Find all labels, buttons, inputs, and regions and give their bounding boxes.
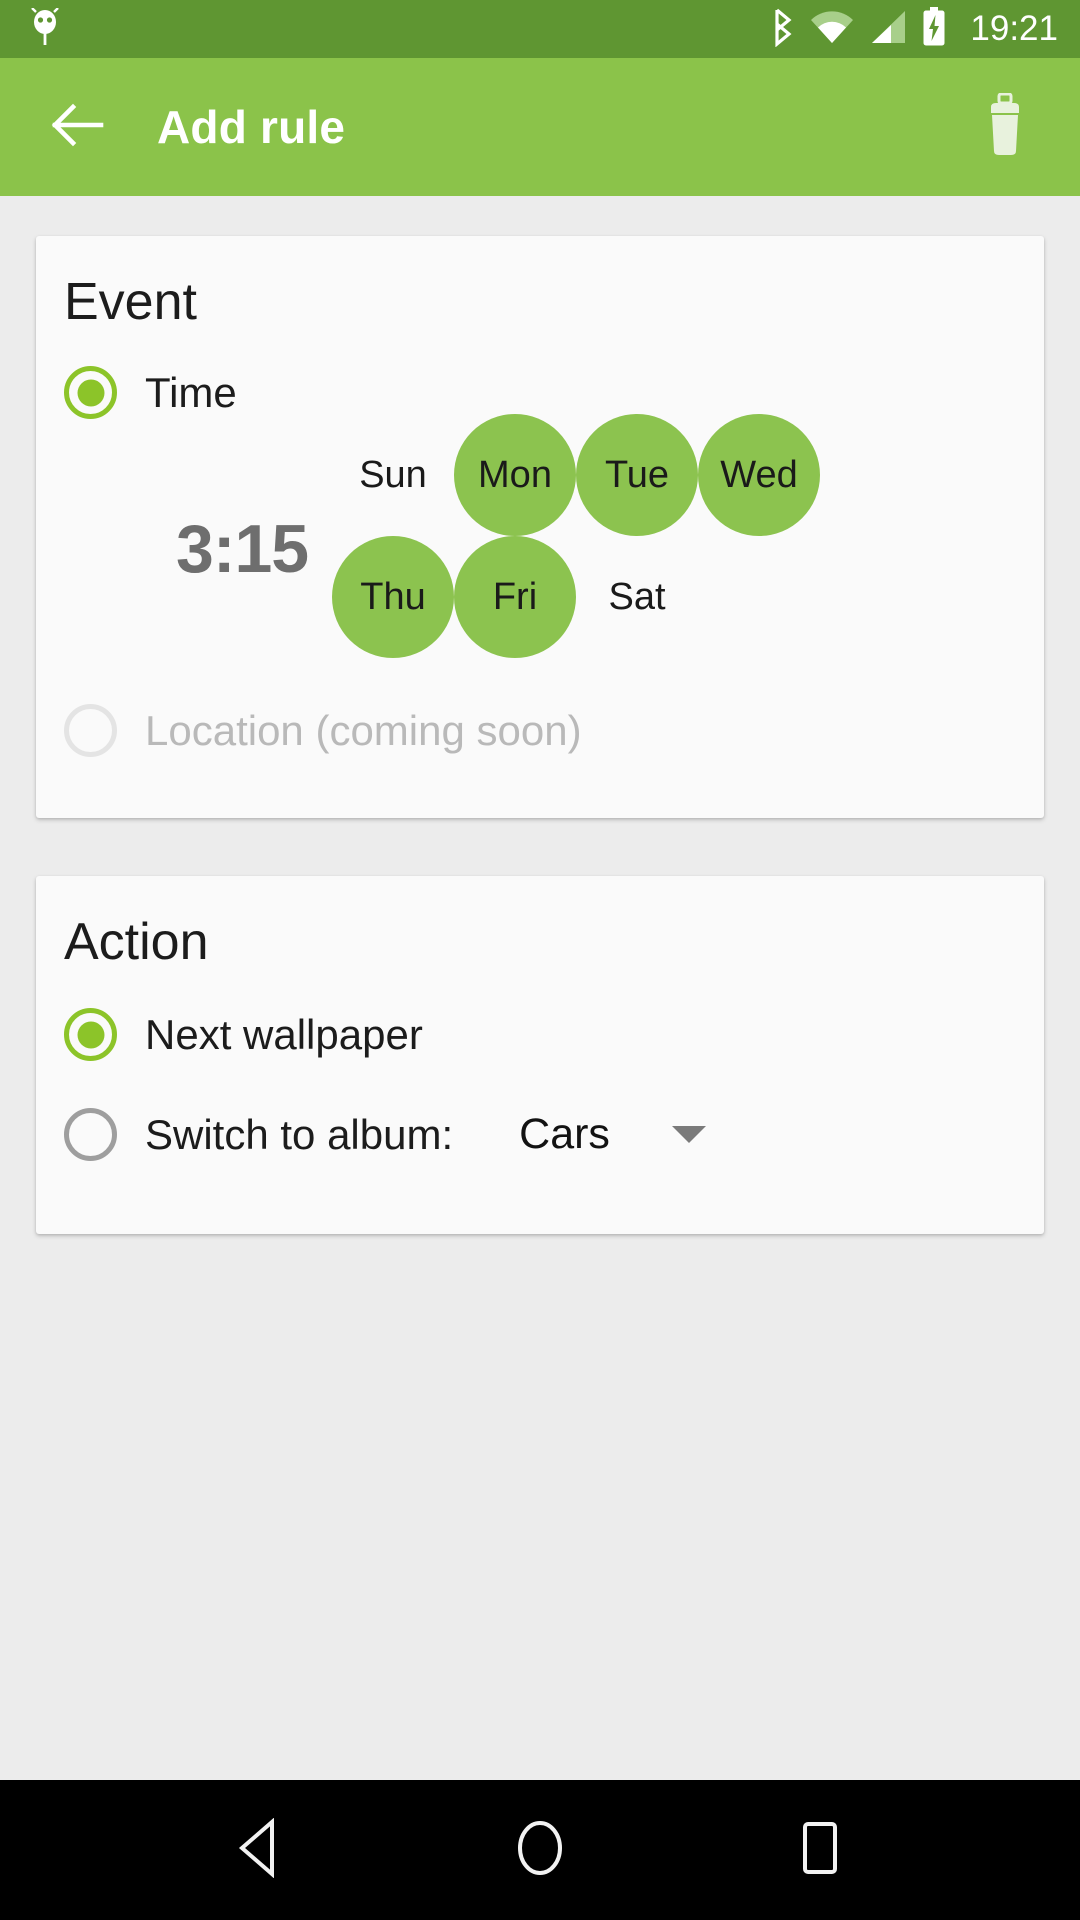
arrow-left-icon [49,103,105,152]
day-sun[interactable]: Sun [332,414,454,536]
day-fri[interactable]: Fri [454,536,576,658]
nav-home-circle-icon [510,1817,570,1884]
bluetooth-icon [770,7,796,52]
back-button[interactable] [45,95,109,159]
status-bar-right: 19:21 [770,6,1058,52]
day-thu[interactable]: Thu [332,536,454,658]
chevron-down-icon[interactable] [671,1126,706,1143]
phone-screen: 19:21 Add rule Event Time 3:15 Sun Mon T… [0,0,1080,1920]
action-option-next-wallpaper[interactable]: Next wallpaper [64,1008,423,1061]
event-option-time[interactable]: Time [64,366,237,419]
day-mon[interactable]: Mon [454,414,576,536]
nav-recents-button[interactable] [765,1795,875,1905]
cellular-signal-icon [868,9,908,50]
day-sat[interactable]: Sat [576,536,698,658]
days-row-spacer [698,536,820,658]
page-title: Add rule [157,101,346,153]
status-bar: 19:21 [0,0,1080,58]
radio-next-wallpaper[interactable] [64,1008,117,1061]
action-card-title: Action [64,913,209,971]
event-card-title: Event [64,273,197,331]
radio-time[interactable] [64,366,117,419]
delete-rule-button[interactable] [970,92,1040,162]
radio-switch-album[interactable] [64,1108,117,1161]
album-dropdown-value[interactable]: Cars [519,1110,610,1159]
nav-home-button[interactable] [485,1795,595,1905]
trash-icon [978,92,1032,162]
action-option-switch-album-label: Switch to album: [145,1110,454,1158]
radio-location [64,704,117,757]
day-wed[interactable]: Wed [698,414,820,536]
days-row-top: Sun Mon Tue Wed [332,414,1012,536]
nav-recents-square-icon [792,1819,848,1882]
action-card: Action Next wallpaper Switch to album: C… [36,876,1044,1234]
status-clock: 19:21 [970,9,1058,48]
event-option-time-label: Time [145,368,237,416]
days-grid: Sun Mon Tue Wed Thu Fri Sat [332,414,1012,658]
days-row-bottom: Thu Fri Sat [332,536,1012,658]
app-bar: Add rule [0,58,1080,196]
time-and-days-picker: 3:15 Sun Mon Tue Wed Thu Fri Sat [64,414,1014,694]
event-option-location-label: Location (coming soon) [145,706,582,754]
nav-back-button[interactable] [205,1795,315,1905]
wifi-icon [809,9,855,50]
android-head-icon [28,6,62,51]
navigation-bar [0,1780,1080,1920]
event-card: Event Time 3:15 Sun Mon Tue Wed Thu Fri … [36,236,1044,818]
time-value[interactable]: 3:15 [176,510,309,588]
event-option-location: Location (coming soon) [64,704,582,757]
action-option-next-wallpaper-label: Next wallpaper [145,1010,423,1058]
nav-back-triangle-icon [232,1817,288,1883]
action-option-switch-album[interactable]: Switch to album: Cars [64,1108,706,1161]
battery-charging-icon [921,6,947,52]
day-tue[interactable]: Tue [576,414,698,536]
status-bar-left [28,6,62,51]
